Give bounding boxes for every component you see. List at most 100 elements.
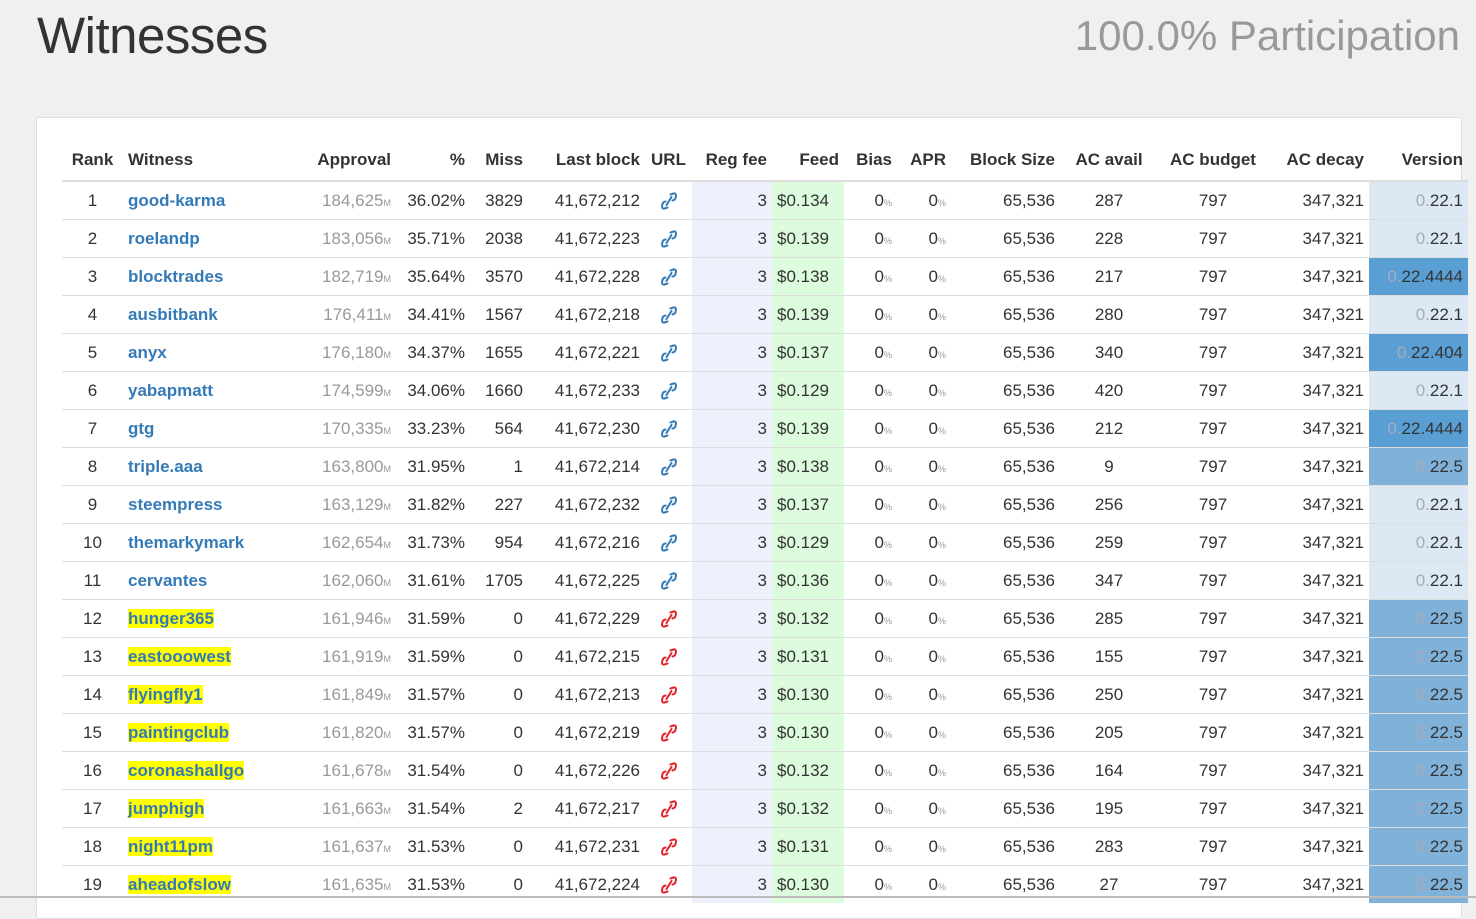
witness-link[interactable]: roelandp xyxy=(128,229,200,248)
approval-value: 183,056 xyxy=(322,228,384,248)
header-ac-avail[interactable]: AC avail xyxy=(1060,140,1158,182)
witness-cell: coronashallgo xyxy=(123,751,301,790)
header-last-block[interactable]: Last block xyxy=(528,140,645,182)
header-ac-decay[interactable]: AC decay xyxy=(1268,140,1369,182)
miss-cell: 0 xyxy=(470,675,528,714)
header-reg-fee[interactable]: Reg fee xyxy=(692,140,772,182)
last-block-cell: 41,672,218 xyxy=(528,295,645,334)
ac-avail-cell: 212 xyxy=(1060,409,1158,448)
witness-link[interactable]: triple.aaa xyxy=(128,457,203,476)
header-miss[interactable]: Miss xyxy=(470,140,528,182)
witness-link[interactable]: anyx xyxy=(128,343,167,362)
witness-link[interactable]: jumphigh xyxy=(128,798,205,818)
header-percent[interactable]: % xyxy=(396,140,470,182)
bias-value: 0 xyxy=(874,836,884,856)
block-size-cell: 65,536 xyxy=(951,637,1060,676)
link-blue-icon[interactable] xyxy=(660,496,677,514)
link-red-icon[interactable] xyxy=(660,610,677,628)
link-blue-icon[interactable] xyxy=(660,192,677,210)
witness-panel: Rank Witness Approval % Miss Last block … xyxy=(36,117,1468,919)
link-red-icon[interactable] xyxy=(660,876,677,894)
ac-decay-cell: 347,321 xyxy=(1268,295,1369,334)
reg-fee-cell: 3 xyxy=(692,675,772,714)
rank-cell: 7 xyxy=(62,409,123,448)
header-bias[interactable]: Bias xyxy=(844,140,897,182)
witness-link[interactable]: flyingfly1 xyxy=(128,684,203,704)
approval-value: 184,625 xyxy=(322,190,384,210)
link-blue-icon[interactable] xyxy=(660,534,677,552)
link-red-icon[interactable] xyxy=(660,838,677,856)
witness-link[interactable]: eastooowest xyxy=(128,646,231,666)
apr-cell: 0% xyxy=(897,523,951,562)
witness-link[interactable]: themarkymark xyxy=(128,533,244,552)
link-red-icon[interactable] xyxy=(660,800,677,818)
link-red-icon[interactable] xyxy=(660,686,677,704)
approval-unit: M xyxy=(383,387,392,398)
link-blue-icon[interactable] xyxy=(660,344,677,362)
ac-decay-cell: 347,321 xyxy=(1268,561,1369,600)
bias-cell: 0% xyxy=(844,675,897,714)
approval-cell: 184,625M xyxy=(301,180,396,220)
link-blue-icon[interactable] xyxy=(660,306,677,324)
link-blue-icon[interactable] xyxy=(660,268,677,286)
approval-cell: 161,919M xyxy=(301,637,396,676)
header-version[interactable]: Version xyxy=(1369,140,1468,182)
approval-value: 161,678 xyxy=(322,760,384,780)
link-blue-icon[interactable] xyxy=(660,420,677,438)
header-url[interactable]: URL xyxy=(645,140,692,182)
link-blue-icon[interactable] xyxy=(660,572,677,590)
link-red-icon[interactable] xyxy=(660,762,677,780)
miss-cell: 0 xyxy=(470,827,528,866)
block-size-cell: 65,536 xyxy=(951,180,1060,220)
bias-value: 0 xyxy=(874,532,884,552)
witness-link[interactable]: blocktrades xyxy=(128,267,223,286)
witness-link[interactable]: good-karma xyxy=(128,191,225,210)
header-block-size[interactable]: Block Size xyxy=(951,140,1060,182)
version-cell: 0.22.1 xyxy=(1369,523,1468,562)
witness-link[interactable]: night11pm xyxy=(128,836,214,856)
percent-cell: 35.64% xyxy=(396,257,470,296)
block-size-cell: 65,536 xyxy=(951,409,1060,448)
header-apr[interactable]: APR xyxy=(897,140,951,182)
header-rank[interactable]: Rank xyxy=(62,140,123,182)
rank-cell: 9 xyxy=(62,485,123,524)
link-blue-icon[interactable] xyxy=(660,382,677,400)
ac-budget-cell: 797 xyxy=(1158,219,1268,258)
url-cell xyxy=(645,713,692,752)
apr-unit: % xyxy=(937,501,946,512)
link-blue-icon[interactable] xyxy=(660,230,677,248)
header-feed[interactable]: Feed xyxy=(772,140,844,182)
bias-cell: 0% xyxy=(844,713,897,752)
apr-cell: 0% xyxy=(897,751,951,790)
witness-link[interactable]: paintingclub xyxy=(128,722,230,742)
approval-value: 174,599 xyxy=(322,380,384,400)
witness-link[interactable]: ausbitbank xyxy=(128,305,218,324)
link-red-icon[interactable] xyxy=(660,648,677,666)
link-blue-icon[interactable] xyxy=(660,458,677,476)
version-cell: 0.22.4444 xyxy=(1369,409,1468,448)
table-row-3: 3 blocktrades 182,719M 35.64% 3570 41,67… xyxy=(62,257,1468,296)
witness-link[interactable]: aheadofslow xyxy=(128,874,231,894)
link-red-icon[interactable] xyxy=(660,724,677,742)
version-prefix: 0. xyxy=(1415,190,1430,210)
apr-unit: % xyxy=(937,615,946,626)
ac-budget-cell: 797 xyxy=(1158,409,1268,448)
header-witness[interactable]: Witness xyxy=(123,140,301,182)
witness-link[interactable]: cervantes xyxy=(128,571,207,590)
approval-value: 176,411 xyxy=(323,304,384,324)
version-cell: 0.22.5 xyxy=(1369,675,1468,714)
apr-value: 0 xyxy=(928,190,938,210)
witness-link[interactable]: steempress xyxy=(128,495,223,514)
version-cell: 0.22.5 xyxy=(1369,827,1468,866)
block-size-cell: 65,536 xyxy=(951,789,1060,828)
witness-link[interactable]: hunger365 xyxy=(128,608,214,628)
header-approval[interactable]: Approval xyxy=(301,140,396,182)
header-ac-budget[interactable]: AC budget xyxy=(1158,140,1268,182)
reg-fee-cell: 3 xyxy=(692,219,772,258)
witness-link[interactable]: gtg xyxy=(128,419,154,438)
bias-cell: 0% xyxy=(844,485,897,524)
witness-link[interactable]: coronashallgo xyxy=(128,760,245,780)
apr-cell: 0% xyxy=(897,485,951,524)
witness-link[interactable]: yabapmatt xyxy=(128,381,213,400)
ac-decay-cell: 347,321 xyxy=(1268,789,1369,828)
